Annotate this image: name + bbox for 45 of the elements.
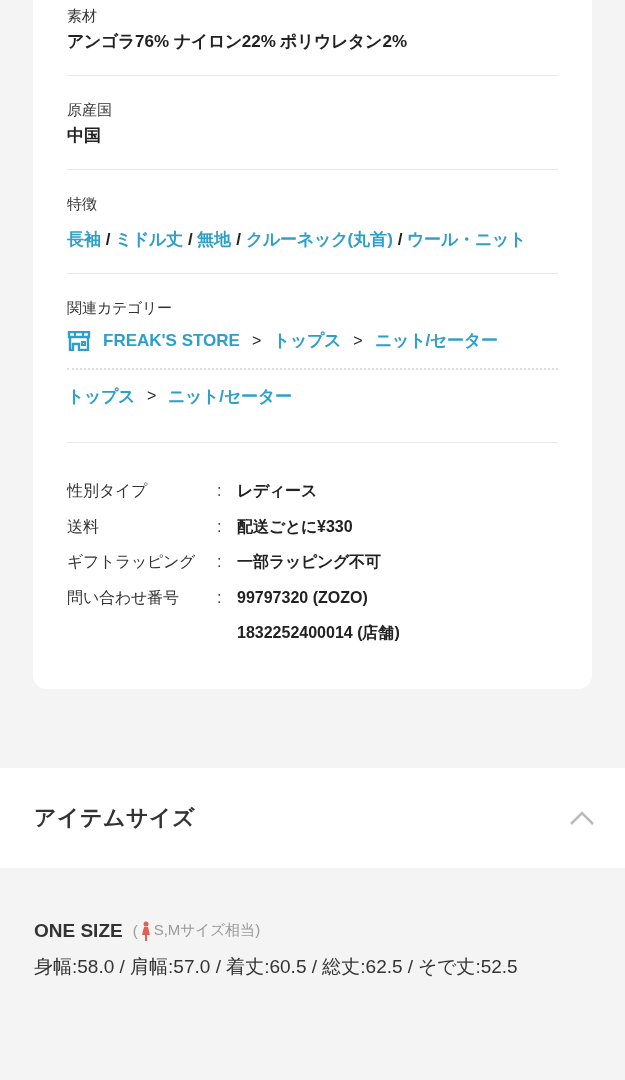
feature-link[interactable]: ウール・ニット [407,230,527,249]
category-link[interactable]: FREAK'S STORE [103,330,240,351]
parenthesis: ( [132,922,138,939]
category-link[interactable]: ニット/セーター [374,329,499,352]
detail-label: 素材 [67,6,98,26]
info-value: 配送ごとに¥330 [237,516,354,537]
breadcrumb-separator: > [353,331,363,350]
chevron-up-icon[interactable] [569,809,595,826]
category-link[interactable]: トップス [67,384,135,408]
info-value: 1832252400014 (店舗) [237,623,401,643]
size-name: ONE SIZE [34,919,123,942]
colon: : [217,516,223,537]
section-label: 関連カテゴリー [67,298,173,318]
feature-link[interactable]: ミドル丈 [115,230,184,249]
detail-label: 原産国 [67,100,113,120]
info-label: 送料 [67,516,100,537]
breadcrumb-separator: > [251,331,262,350]
section-title: アイテムサイズ [34,803,195,832]
separator: / [105,230,111,249]
separator: / [236,230,241,249]
section-label: 特徴 [67,194,98,214]
size-note: S,Mサイズ相当) [153,921,261,940]
detail-value: アンゴラ76% ナイロン22% ポリウレタン2% [67,31,409,53]
info-value: レディース [237,481,318,501]
colon: : [217,587,223,608]
info-value: 99797320 (ZOZO) [237,587,369,608]
category-link[interactable]: トップス [273,329,342,352]
colon: : [217,552,223,572]
feature-link[interactable]: 無地 [197,230,232,249]
colon: : [217,481,223,501]
separator: / [397,230,403,249]
breadcrumb-separator: > [147,387,157,405]
feature-link[interactable]: クルーネック(丸首) [245,230,393,249]
section-header[interactable]: アイテムサイズ [0,767,625,868]
woman-icon [140,920,151,941]
info-label: ギフトラッピング [67,552,196,572]
info-label: 性別タイプ [67,481,149,501]
info-value: 一部ラッピング不可 [237,552,382,572]
info-label: 問い合わせ番号 [67,587,180,608]
category-link[interactable]: ニット/セーター [168,384,293,408]
size-measurements: 身幅:58.0 / 肩幅:57.0 / 着丈:60.5 / 総丈:62.5 / そで丈:52.5 [34,954,519,979]
shop-icon [67,330,91,351]
detail-value: 中国 [67,125,102,147]
feature-link[interactable]: 長袖 [67,230,101,249]
separator: / [187,230,193,249]
